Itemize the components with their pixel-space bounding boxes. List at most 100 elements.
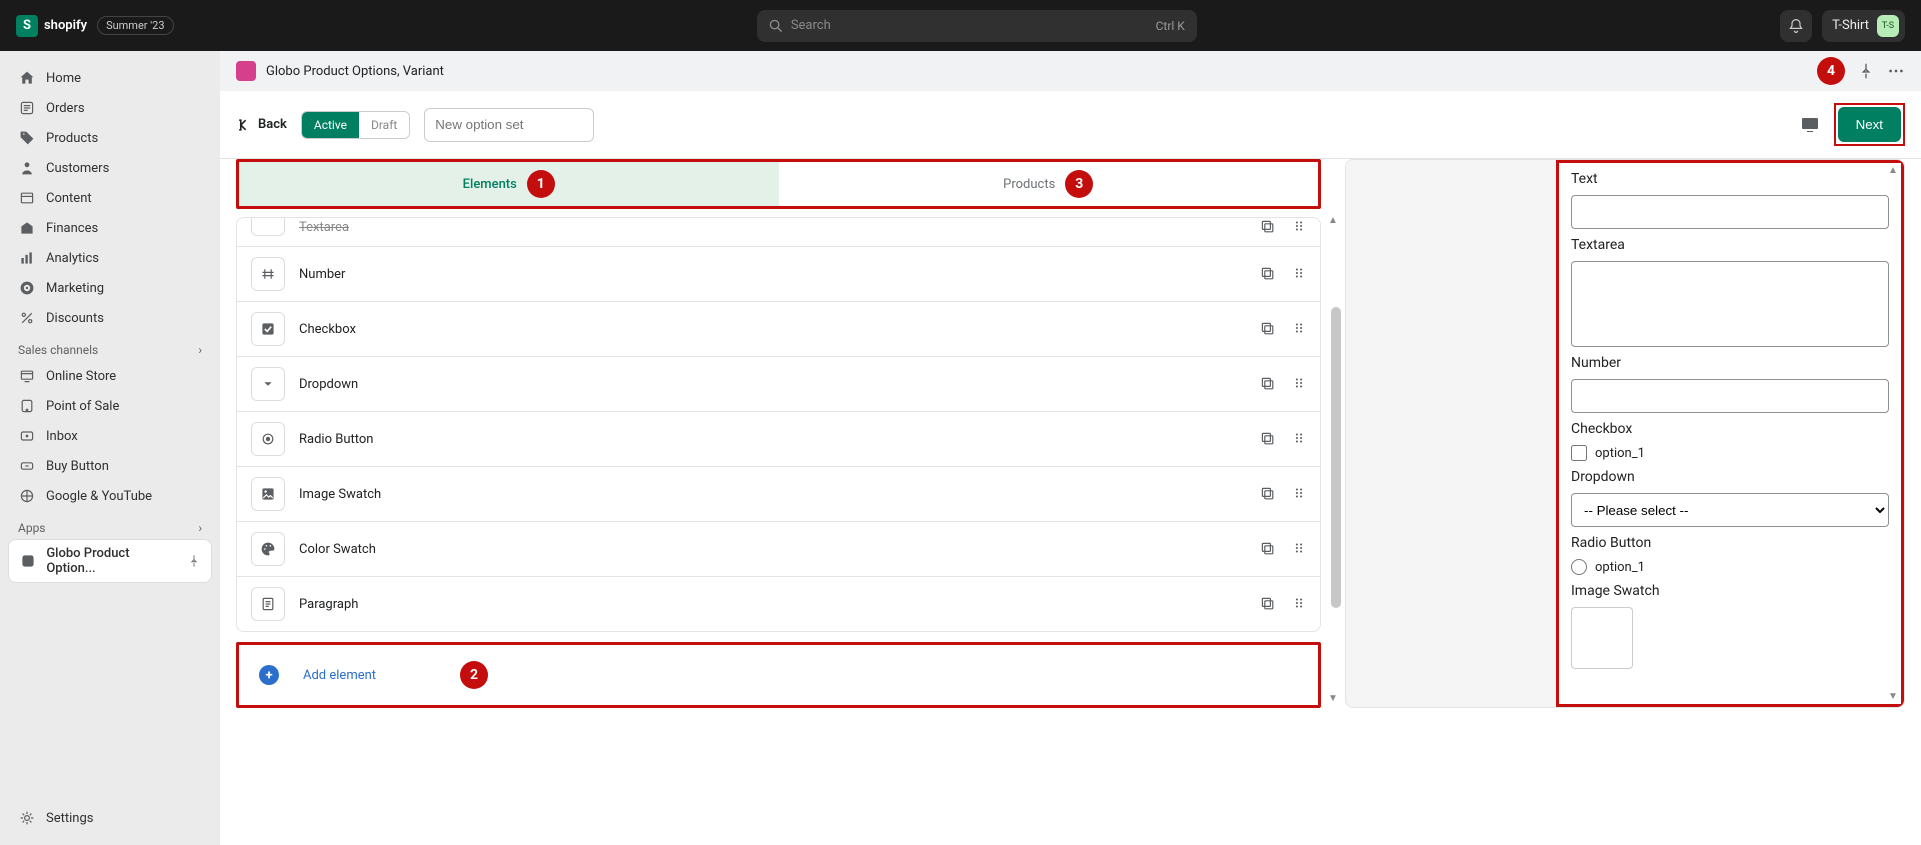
callout-1: 1 — [527, 170, 555, 198]
plus-icon: + — [259, 665, 279, 685]
sidebar-channel-inbox[interactable]: Inbox — [8, 421, 212, 451]
preview-textarea-input[interactable] — [1571, 261, 1889, 347]
drag-icon[interactable] — [1292, 376, 1306, 392]
drag-icon[interactable] — [1292, 486, 1306, 502]
customers-icon — [18, 159, 36, 177]
sidebar-item-marketing[interactable]: Marketing — [8, 273, 212, 303]
checkbox-option-label: option_1 — [1595, 446, 1645, 461]
add-element-highlight[interactable]: + Add element 2 — [236, 642, 1321, 708]
status-active[interactable]: Active — [302, 112, 359, 138]
duplicate-icon[interactable] — [1260, 219, 1276, 235]
scrollbar[interactable] — [1331, 307, 1341, 608]
duplicate-icon[interactable] — [1260, 486, 1276, 502]
element-row-dropdown[interactable]: Dropdown — [237, 357, 1320, 412]
preview-checkbox-option[interactable]: option_1 — [1571, 445, 1889, 461]
preview-scroll-down-icon[interactable]: ▼ — [1887, 691, 1899, 702]
element-row-color-swatch[interactable]: Color Swatch — [237, 522, 1320, 577]
tabs-highlight: Elements 1 Products 3 — [236, 159, 1321, 209]
home-icon — [18, 69, 36, 87]
sidebar-item-customers[interactable]: Customers — [8, 153, 212, 183]
tab-products[interactable]: Products 3 — [779, 162, 1319, 206]
sidebar-item-label: Home — [46, 71, 81, 86]
drag-icon[interactable] — [1292, 266, 1306, 282]
scroll-down-icon[interactable]: ▼ — [1325, 693, 1341, 704]
topbar-left: S shopify Summer '23 — [16, 15, 174, 37]
sidebar-settings[interactable]: Settings — [8, 803, 212, 833]
tab-elements[interactable]: Elements 1 — [239, 162, 779, 206]
gear-icon — [18, 809, 36, 827]
element-row-textarea[interactable]: Textarea — [237, 218, 1320, 247]
apps-header[interactable]: Apps › — [8, 511, 212, 539]
sidebar-channel-buy-button[interactable]: Buy Button — [8, 451, 212, 481]
shopify-logo[interactable]: S shopify — [16, 15, 87, 37]
scroll-up-icon[interactable]: ▲ — [1325, 215, 1341, 226]
duplicate-icon[interactable] — [1260, 541, 1276, 557]
sales-channels-header[interactable]: Sales channels › — [8, 333, 212, 361]
google-youtube-icon — [18, 487, 36, 505]
sidebar-item-label: Orders — [46, 101, 85, 116]
sidebar-item-label: Finances — [46, 221, 98, 236]
summer-badge: Summer '23 — [97, 16, 173, 35]
sidebar-item-label: Google & YouTube — [46, 489, 152, 504]
element-row-image-swatch[interactable]: Image Swatch — [237, 467, 1320, 522]
sidebar-app-globo[interactable]: Globo Product Option... — [8, 539, 212, 583]
sidebar-item-label: Inbox — [46, 429, 78, 444]
element-row-number[interactable]: Number — [237, 247, 1320, 302]
drag-icon[interactable] — [1292, 321, 1306, 337]
store-menu[interactable]: T-Shirt T-S — [1822, 10, 1905, 42]
duplicate-icon[interactable] — [1260, 596, 1276, 612]
sidebar-item-products[interactable]: Products — [8, 123, 212, 153]
number-icon — [251, 257, 285, 291]
element-row-checkbox[interactable]: Checkbox — [237, 302, 1320, 357]
sidebar-item-home[interactable]: Home — [8, 63, 212, 93]
back-button[interactable]: Back — [236, 117, 287, 133]
radio-input[interactable] — [1571, 559, 1587, 575]
element-row-paragraph[interactable]: Paragraph — [237, 577, 1320, 631]
drag-icon[interactable] — [1292, 431, 1306, 447]
sidebar-item-content[interactable]: Content — [8, 183, 212, 213]
sidebar-item-finances[interactable]: Finances — [8, 213, 212, 243]
sidebar-item-orders[interactable]: Orders — [8, 93, 212, 123]
notifications-button[interactable] — [1780, 10, 1812, 42]
pin-icon[interactable] — [187, 554, 201, 568]
checkbox-input[interactable] — [1571, 445, 1587, 461]
duplicate-icon[interactable] — [1260, 431, 1276, 447]
radio-option-label: option_1 — [1595, 560, 1645, 575]
sidebar-item-label: Marketing — [46, 281, 104, 296]
desktop-preview-icon[interactable] — [1800, 115, 1820, 135]
option-set-name-input[interactable] — [424, 108, 594, 142]
sidebar-channel-online-store[interactable]: Online Store — [8, 361, 212, 391]
sidebar-item-analytics[interactable]: Analytics — [8, 243, 212, 273]
add-element-label: Add element — [303, 668, 376, 683]
sidebar-item-discounts[interactable]: Discounts — [8, 303, 212, 333]
drag-icon[interactable] — [1292, 541, 1306, 557]
search-box[interactable]: Search Ctrl K — [757, 10, 1197, 42]
sidebar: Home Orders Products Customers Content F… — [0, 51, 220, 845]
next-button[interactable]: Next — [1838, 107, 1901, 142]
pin-app-icon[interactable] — [1857, 62, 1875, 80]
preview-dropdown-input[interactable]: -- Please select -- — [1571, 493, 1889, 527]
sidebar-channel-pos[interactable]: Point of Sale — [8, 391, 212, 421]
more-icon[interactable] — [1887, 62, 1905, 80]
textarea-icon — [251, 218, 285, 236]
element-row-radio[interactable]: Radio Button — [237, 412, 1320, 467]
duplicate-icon[interactable] — [1260, 266, 1276, 282]
preview-radio-option[interactable]: option_1 — [1571, 559, 1889, 575]
preview-swatch[interactable] — [1571, 607, 1633, 669]
preview-text-input[interactable] — [1571, 195, 1889, 229]
sidebar-channel-google[interactable]: Google & YouTube — [8, 481, 212, 511]
duplicate-icon[interactable] — [1260, 376, 1276, 392]
topbar-center: Search Ctrl K — [757, 10, 1197, 42]
preview-radio-label: Radio Button — [1571, 535, 1889, 551]
drag-icon[interactable] — [1292, 219, 1306, 235]
sidebar-item-label: Analytics — [46, 251, 99, 266]
preview-number-input[interactable] — [1571, 379, 1889, 413]
element-label: Checkbox — [299, 322, 1246, 337]
drag-icon[interactable] — [1292, 596, 1306, 612]
store-avatar: T-S — [1877, 15, 1899, 37]
preview-scroll-up-icon[interactable]: ▲ — [1887, 165, 1899, 176]
preview-textarea-label: Textarea — [1571, 237, 1889, 253]
status-draft[interactable]: Draft — [359, 112, 409, 138]
sidebar-item-label: Buy Button — [46, 459, 109, 474]
duplicate-icon[interactable] — [1260, 321, 1276, 337]
